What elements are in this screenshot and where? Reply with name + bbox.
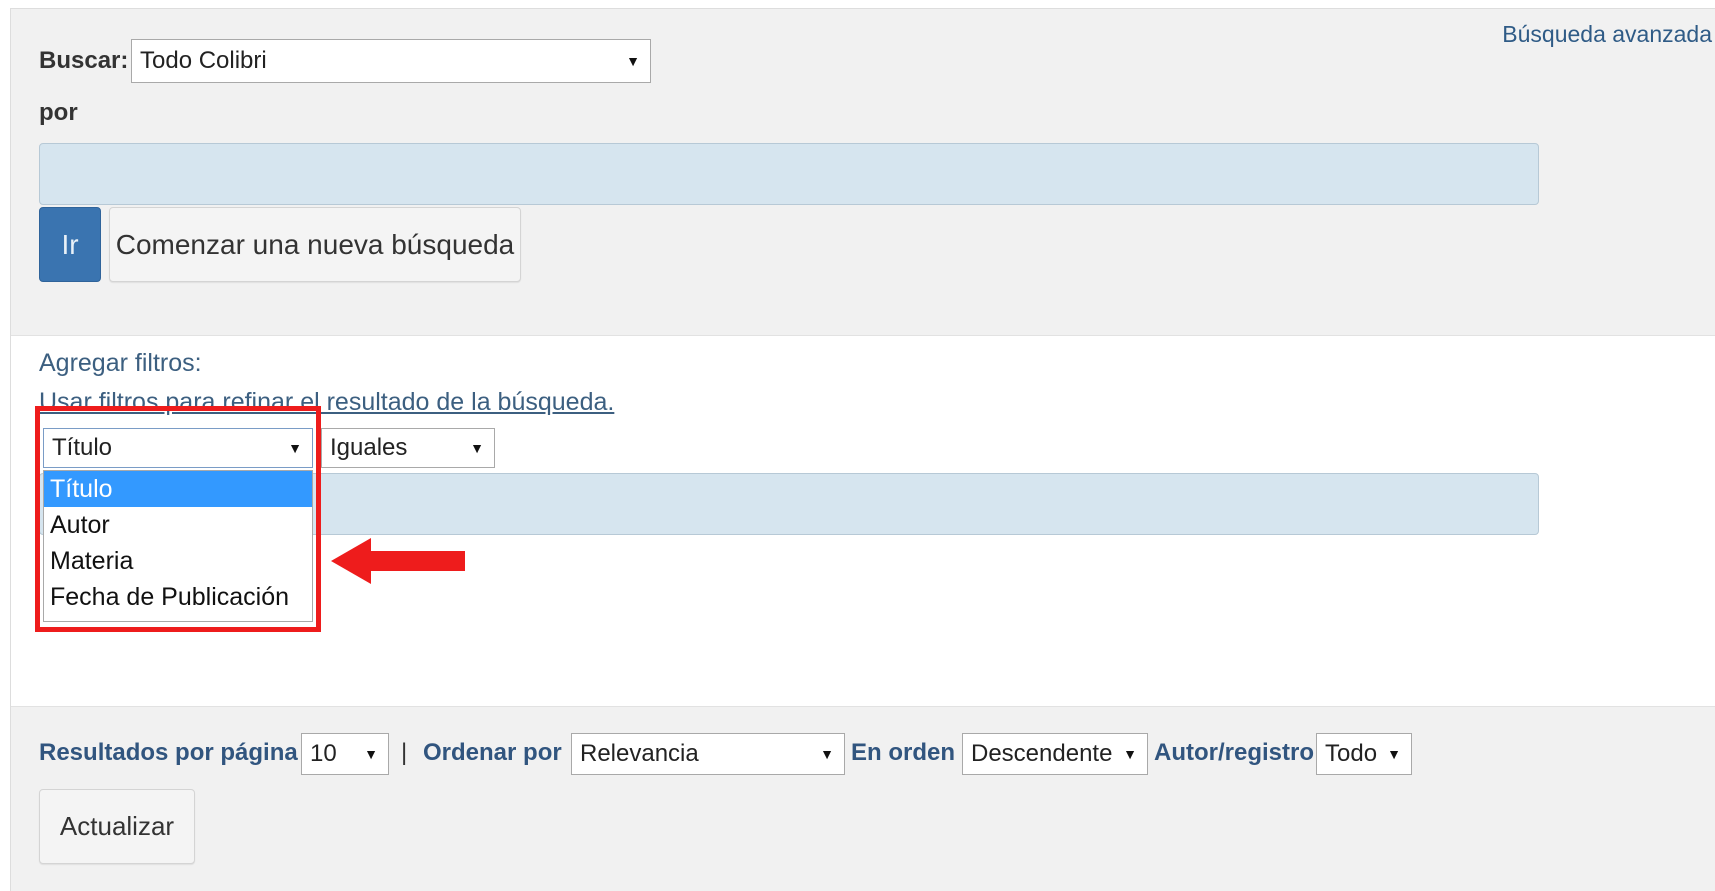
chevron-down-icon: ▼ — [1123, 746, 1137, 762]
chevron-down-icon: ▼ — [1387, 746, 1401, 762]
buscar-label: Buscar: — [39, 47, 129, 74]
filters-panel: Agregar filtros: Usar filtros para refin… — [11, 336, 1715, 707]
chevron-down-icon: ▼ — [820, 746, 834, 762]
sort-label: Ordenar por — [423, 739, 562, 766]
filter-operator-select[interactable]: Iguales ▼ — [321, 428, 495, 468]
order-select[interactable]: Descendente ▼ — [962, 733, 1148, 775]
update-button[interactable]: Actualizar — [39, 789, 195, 864]
search-scope-select[interactable]: Todo Colibri ▼ — [131, 39, 651, 83]
results-options-panel: Resultados por página 10 ▼ | Ordenar por… — [11, 707, 1715, 891]
annotation-highlight-box — [35, 406, 321, 632]
per-page-label: Resultados por página — [39, 739, 298, 766]
per-page-select[interactable]: 10 ▼ — [301, 733, 389, 775]
search-page: Búsqueda avanzada Buscar: Todo Colibri ▼… — [10, 8, 1715, 891]
go-button[interactable]: Ir — [39, 207, 101, 282]
filters-heading: Agregar filtros: — [39, 349, 202, 377]
options-separator: | — [401, 739, 408, 766]
sort-select[interactable]: Relevancia ▼ — [571, 733, 845, 775]
author-value: Todo — [1325, 740, 1378, 767]
por-label: por — [39, 99, 78, 126]
order-value: Descendente — [971, 740, 1113, 767]
sort-value: Relevancia — [580, 740, 699, 767]
author-select[interactable]: Todo ▼ — [1316, 733, 1412, 775]
chevron-down-icon: ▼ — [470, 440, 484, 456]
filter-operator-value: Iguales — [330, 434, 408, 461]
order-label: En orden — [851, 739, 956, 766]
author-label: Autor/registro — [1154, 739, 1315, 766]
chevron-down-icon: ▼ — [626, 53, 640, 69]
new-search-button[interactable]: Comenzar una nueva búsqueda — [109, 207, 521, 282]
search-query-input[interactable] — [39, 143, 1539, 205]
basic-search-panel: Búsqueda avanzada Buscar: Todo Colibri ▼… — [11, 9, 1715, 336]
advanced-search-link[interactable]: Búsqueda avanzada — [1502, 21, 1712, 48]
annotation-arrow-icon — [331, 538, 465, 584]
per-page-value: 10 — [310, 740, 337, 767]
chevron-down-icon: ▼ — [364, 746, 378, 762]
search-scope-value: Todo Colibri — [140, 47, 267, 74]
